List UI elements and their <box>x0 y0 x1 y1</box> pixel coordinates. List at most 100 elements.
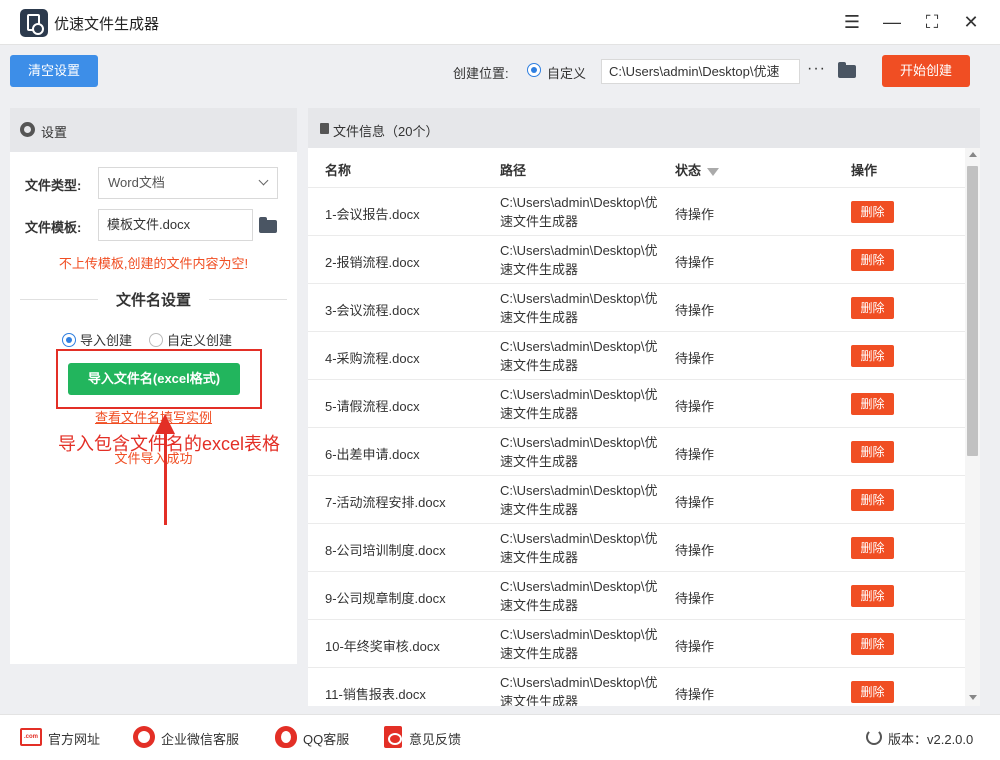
clear-settings-button[interactable]: 清空设置 <box>10 55 98 87</box>
file-type-select[interactable]: Word文档 <box>98 167 278 199</box>
table-row[interactable]: 2-报销流程.docx C:\Users\admin\Desktop\优速文件生成… <box>308 236 965 284</box>
delete-button[interactable]: 删除 <box>851 633 894 655</box>
file-status-cell: 待操作 <box>675 255 715 270</box>
filter-icon[interactable] <box>707 168 720 176</box>
file-name-cell: 6-出差申请.docx <box>325 447 420 462</box>
delete-button[interactable]: 删除 <box>851 489 894 511</box>
file-status-cell: 待操作 <box>675 399 715 414</box>
website-icon[interactable]: .com <box>20 728 42 746</box>
file-name-cell: 3-会议流程.docx <box>325 303 420 318</box>
scroll-down-icon[interactable] <box>969 695 977 700</box>
delete-button[interactable]: 删除 <box>851 585 894 607</box>
minimize-icon[interactable]: — <box>880 11 904 33</box>
chevron-down-icon <box>258 175 269 186</box>
feedback-link[interactable]: 意见反馈 <box>409 729 461 748</box>
file-path-cell: C:\Users\admin\Desktop\优速文件生成器 <box>500 339 658 373</box>
import-filenames-button[interactable]: 导入文件名(excel格式) <box>68 363 240 395</box>
mode-import-radio[interactable] <box>62 333 76 347</box>
table-row[interactable]: 3-会议流程.docx C:\Users\admin\Desktop\优速文件生成… <box>308 284 965 332</box>
delete-button[interactable]: 删除 <box>851 249 894 271</box>
file-type-label: 文件类型: <box>25 178 82 193</box>
delete-button[interactable]: 删除 <box>851 345 894 367</box>
template-warning: 不上传模板,创建的文件内容为空! <box>58 256 249 271</box>
template-label: 文件模板: <box>25 220 82 235</box>
refresh-icon[interactable] <box>866 729 882 745</box>
feedback-icon[interactable] <box>384 726 402 748</box>
menu-icon[interactable]: ☰ <box>840 11 864 33</box>
delete-button[interactable]: 删除 <box>851 201 894 223</box>
file-name-cell: 2-报销流程.docx <box>325 255 420 270</box>
document-icon <box>320 123 329 134</box>
website-link[interactable]: 官方网址 <box>48 729 100 748</box>
scroll-up-icon[interactable] <box>969 152 977 157</box>
file-status-cell: 待操作 <box>675 687 715 702</box>
table-row[interactable]: 11-销售报表.docx C:\Users\admin\Desktop\优速文件生… <box>308 668 965 706</box>
file-path-cell: C:\Users\admin\Desktop\优速文件生成器 <box>500 483 658 517</box>
file-status-cell: 待操作 <box>675 591 715 606</box>
location-custom-radio[interactable] <box>527 63 541 77</box>
file-status-cell: 待操作 <box>675 351 715 366</box>
file-path-cell: C:\Users\admin\Desktop\优速文件生成器 <box>500 435 658 469</box>
delete-button[interactable]: 删除 <box>851 537 894 559</box>
app-title: 优速文件生成器 <box>54 16 160 33</box>
qq-support-link[interactable]: QQ客服 <box>303 729 349 748</box>
table-row[interactable]: 5-请假流程.docx C:\Users\admin\Desktop\优速文件生成… <box>308 380 965 428</box>
template-input[interactable]: 模板文件.docx <box>98 209 253 241</box>
table-row[interactable]: 7-活动流程安排.docx C:\Users\admin\Desktop\优速文件… <box>308 476 965 524</box>
table-row[interactable]: 6-出差申请.docx C:\Users\admin\Desktop\优速文件生成… <box>308 428 965 476</box>
mode-import-option[interactable]: 导入创建 <box>62 330 132 349</box>
file-name-cell: 8-公司培训制度.docx <box>325 543 446 558</box>
table-row[interactable]: 1-会议报告.docx C:\Users\admin\Desktop\优速文件生成… <box>308 188 965 236</box>
filename-example-link[interactable]: 查看文件名填写实例 <box>10 407 297 426</box>
table-row[interactable]: 9-公司规章制度.docx C:\Users\admin\Desktop\优速文件… <box>308 572 965 620</box>
file-info-header: 文件信息（20个） <box>308 108 980 148</box>
open-folder-icon[interactable] <box>838 62 856 78</box>
filename-section-title: 文件名设置 <box>20 289 287 310</box>
table-row[interactable]: 8-公司培训制度.docx C:\Users\admin\Desktop\优速文件… <box>308 524 965 572</box>
file-table-body: 1-会议报告.docx C:\Users\admin\Desktop\优速文件生成… <box>308 188 965 706</box>
file-name-cell: 9-公司规章制度.docx <box>325 591 446 606</box>
column-status-header[interactable]: 状态 <box>675 160 720 179</box>
file-status-cell: 待操作 <box>675 447 715 462</box>
maximize-icon[interactable]: ⛶ <box>920 11 944 33</box>
wechat-icon[interactable] <box>133 726 155 748</box>
browse-more-button[interactable]: ··· <box>807 60 826 78</box>
file-name-cell: 5-请假流程.docx <box>325 399 420 414</box>
file-name-cell: 11-销售报表.docx <box>325 687 426 702</box>
title-bar: 优速文件生成器 ☰ — ⛶ ✕ <box>0 0 1000 45</box>
wechat-support-link[interactable]: 企业微信客服 <box>161 729 239 748</box>
file-name-cell: 4-采购流程.docx <box>325 351 420 366</box>
version-text: 版本：v2.2.0.0 <box>888 732 974 747</box>
table-row[interactable]: 10-年终奖审核.docx C:\Users\admin\Desktop\优速文件… <box>308 620 965 668</box>
delete-button[interactable]: 删除 <box>851 393 894 415</box>
delete-button[interactable]: 删除 <box>851 441 894 463</box>
template-folder-icon[interactable] <box>259 217 277 233</box>
file-name-cell: 7-活动流程安排.docx <box>325 495 446 510</box>
settings-header: 设置 <box>10 108 297 152</box>
file-info-title: 文件信息（20个） <box>333 124 439 139</box>
file-status-cell: 待操作 <box>675 639 715 654</box>
table-scrollbar[interactable] <box>965 148 980 706</box>
mode-custom-radio[interactable] <box>149 333 163 347</box>
location-custom-label[interactable]: 自定义 <box>547 63 586 82</box>
file-status-cell: 待操作 <box>675 303 715 318</box>
app-logo-icon <box>20 9 48 37</box>
mode-import-label: 导入创建 <box>80 333 133 348</box>
file-status-cell: 待操作 <box>675 543 715 558</box>
settings-title: 设置 <box>41 125 68 140</box>
output-path-input[interactable]: C:\Users\admin\Desktop\优速 <box>601 59 800 84</box>
delete-button[interactable]: 删除 <box>851 297 894 319</box>
qq-icon[interactable] <box>275 726 297 748</box>
file-path-cell: C:\Users\admin\Desktop\优速文件生成器 <box>500 675 658 706</box>
mode-custom-option[interactable]: 自定义创建 <box>149 330 232 349</box>
mode-custom-label: 自定义创建 <box>167 333 233 348</box>
start-create-button[interactable]: 开始创建 <box>882 55 970 87</box>
gear-icon <box>20 122 35 137</box>
delete-button[interactable]: 删除 <box>851 681 894 703</box>
scroll-thumb[interactable] <box>967 166 978 456</box>
close-icon[interactable]: ✕ <box>959 11 983 33</box>
file-path-cell: C:\Users\admin\Desktop\优速文件生成器 <box>500 627 658 661</box>
table-row[interactable]: 4-采购流程.docx C:\Users\admin\Desktop\优速文件生成… <box>308 332 965 380</box>
file-status-cell: 待操作 <box>675 207 715 222</box>
table-header: 名称 路径 状态 操作 <box>308 148 965 188</box>
